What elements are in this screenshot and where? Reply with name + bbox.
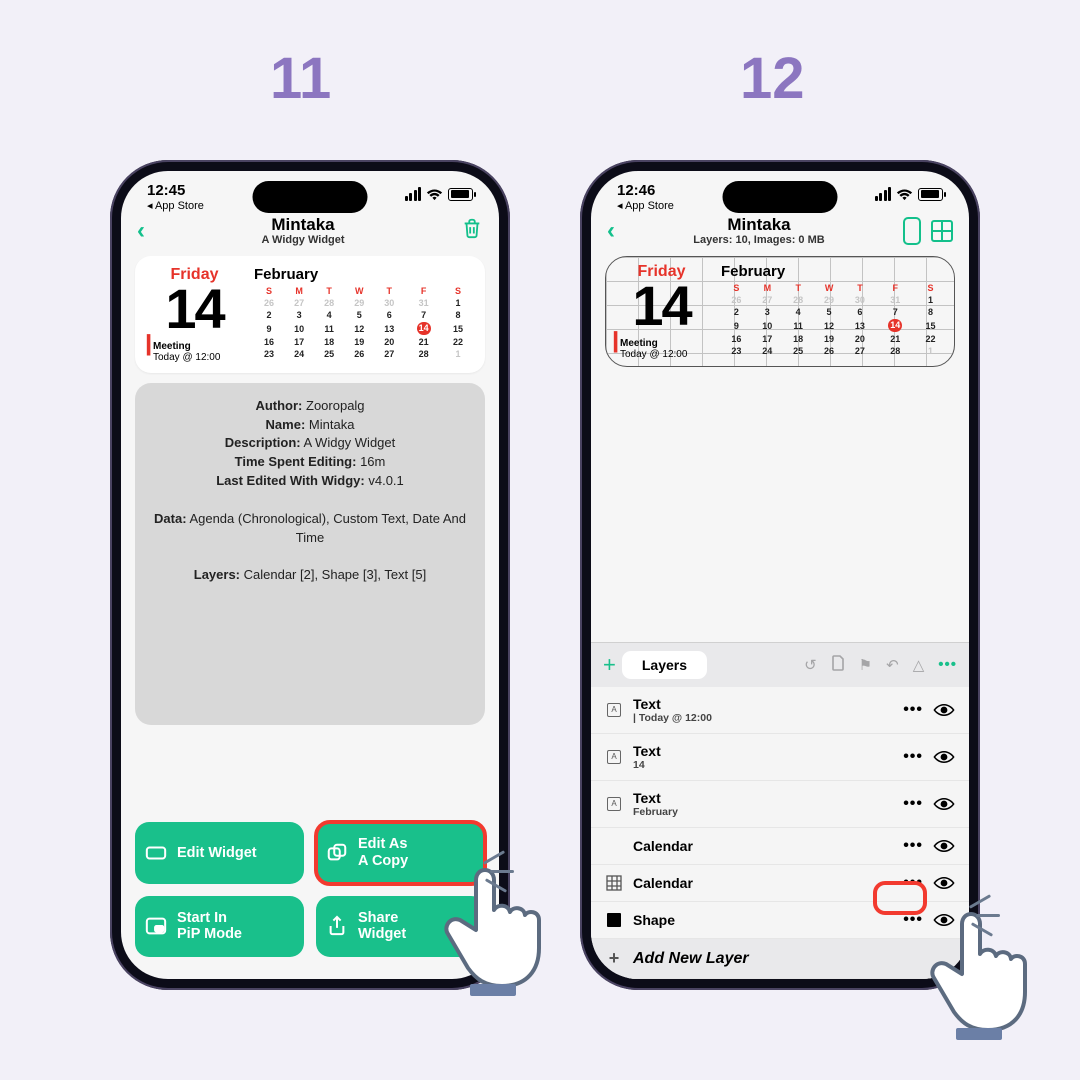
phone-11: 12:45 ◂ App Store ‹ Mintaka A Widgy Widg… xyxy=(110,160,510,990)
layer-more-button[interactable]: ••• xyxy=(903,701,923,719)
tutorial-highlight xyxy=(873,881,927,915)
battery-icon xyxy=(448,188,473,201)
nav-bar: ‹ Mintaka Layers: 10, Images: 0 MB xyxy=(591,212,969,253)
layer-name: Calendar xyxy=(633,838,893,854)
status-back-app[interactable]: ◂ App Store xyxy=(617,200,674,212)
layer-name: Calendar xyxy=(633,875,893,891)
dynamic-island xyxy=(253,181,368,213)
page-title: Mintaka xyxy=(261,216,344,235)
back-button[interactable]: ‹ xyxy=(607,217,615,245)
action-buttons: Edit Widget Edit As A Copy Start In PiP … xyxy=(135,822,485,957)
layer-type-icon: A xyxy=(605,750,623,764)
share-icon xyxy=(326,915,348,937)
layer-row[interactable]: A Text| Today @ 12:00 ••• xyxy=(591,687,969,734)
add-new-layer-row[interactable]: + Add New Layer xyxy=(591,939,969,979)
device-frame-button[interactable] xyxy=(903,217,921,245)
wifi-icon xyxy=(896,188,913,200)
add-layer-button[interactable]: + xyxy=(603,652,616,678)
layer-more-button[interactable]: ••• xyxy=(903,795,923,813)
status-time: 12:45 xyxy=(147,183,204,200)
preview-date: 14 xyxy=(614,281,709,331)
layer-more-button[interactable]: ••• xyxy=(903,837,923,855)
edit-as-copy-button[interactable]: Edit As A Copy xyxy=(316,822,485,883)
layer-subtitle: February xyxy=(633,806,893,818)
trash-button[interactable] xyxy=(461,217,483,244)
page-subtitle: A Widgy Widget xyxy=(261,234,344,246)
layers-tab[interactable]: Layers xyxy=(622,651,707,679)
widget-editor-canvas[interactable]: Friday 14 ▎ Meeting Today @ 12:00 Februa… xyxy=(605,256,955,366)
status-back-app[interactable]: ◂ App Store xyxy=(147,200,204,212)
step-number-11: 11 xyxy=(270,45,331,112)
visibility-toggle[interactable] xyxy=(933,703,955,717)
preview-calendar: SMTWTFS 26272829303112345678910111213141… xyxy=(721,282,946,357)
layer-more-button[interactable]: ••• xyxy=(903,748,923,766)
preview-month: February xyxy=(721,263,946,280)
page-subtitle: Layers: 10, Images: 0 MB xyxy=(693,234,824,246)
phone-12: 12:46 ◂ App Store ‹ Mintaka Layers: 10, … xyxy=(580,160,980,990)
step-number-12: 12 xyxy=(740,45,805,112)
layer-subtitle: 14 xyxy=(633,759,893,771)
event-time: Today @ 12:00 xyxy=(620,349,687,360)
dynamic-island xyxy=(723,181,838,213)
preview-date: 14 xyxy=(147,284,242,334)
cellular-icon xyxy=(405,187,422,201)
event-time: Today @ 12:00 xyxy=(153,352,220,363)
pip-icon xyxy=(145,916,167,936)
visibility-toggle[interactable] xyxy=(933,876,955,890)
layer-subtitle: | Today @ 12:00 xyxy=(633,712,893,724)
more-menu-button[interactable]: ••• xyxy=(938,656,957,673)
copy-icon xyxy=(326,842,348,864)
widget-preview: Friday 14 ▎ Meeting Today @ 12:00 Februa… xyxy=(135,256,485,372)
document-icon[interactable] xyxy=(831,655,845,675)
status-time: 12:46 xyxy=(617,183,674,200)
event-marker-icon: ▎ xyxy=(147,340,161,351)
layers-panel: + Layers ↺ ⚑ ↶ △ ••• AText| Today @ 12:0… xyxy=(591,642,969,979)
plus-icon: + xyxy=(605,948,623,969)
share-widget-button[interactable]: Share Widget xyxy=(316,896,485,957)
preview-calendar: SMTWTFS 26272829303112345678910111213141… xyxy=(254,285,473,360)
layer-row[interactable]: A TextFebruary ••• xyxy=(591,781,969,828)
layer-name: Text xyxy=(633,696,893,712)
visibility-toggle[interactable] xyxy=(933,913,955,927)
visibility-toggle[interactable] xyxy=(933,750,955,764)
layer-type-icon: A xyxy=(605,703,623,717)
rectangle-icon xyxy=(145,844,167,862)
layer-row[interactable]: Calendar ••• xyxy=(591,828,969,865)
layer-name: Shape xyxy=(633,912,893,928)
layer-type-icon: A xyxy=(605,797,623,811)
widget-info-panel: Author: Zooropalg Name: Mintaka Descript… xyxy=(135,383,485,725)
layer-type-icon xyxy=(605,875,623,891)
visibility-toggle[interactable] xyxy=(933,797,955,811)
layer-name: Text xyxy=(633,790,893,806)
nav-bar: ‹ Mintaka A Widgy Widget xyxy=(121,212,499,253)
preview-month: February xyxy=(254,266,473,283)
layer-name: Text xyxy=(633,743,893,759)
visibility-toggle[interactable] xyxy=(933,839,955,853)
grid-toggle-button[interactable] xyxy=(931,220,953,242)
undo-icon[interactable]: ↶ xyxy=(886,656,899,674)
event-marker-icon: ▎ xyxy=(614,337,628,348)
pip-mode-button[interactable]: Start In PiP Mode xyxy=(135,896,304,957)
flag-icon[interactable]: ⚑ xyxy=(859,656,872,674)
history-icon[interactable]: ↺ xyxy=(804,656,817,674)
cellular-icon xyxy=(875,187,892,201)
back-button[interactable]: ‹ xyxy=(137,217,145,245)
battery-icon xyxy=(918,188,943,201)
edit-widget-button[interactable]: Edit Widget xyxy=(135,822,304,883)
page-title: Mintaka xyxy=(693,216,824,235)
layer-row[interactable]: A Text14 ••• xyxy=(591,734,969,781)
wifi-icon xyxy=(426,188,443,200)
layer-type-icon xyxy=(605,913,623,927)
warning-icon[interactable]: △ xyxy=(913,656,925,674)
